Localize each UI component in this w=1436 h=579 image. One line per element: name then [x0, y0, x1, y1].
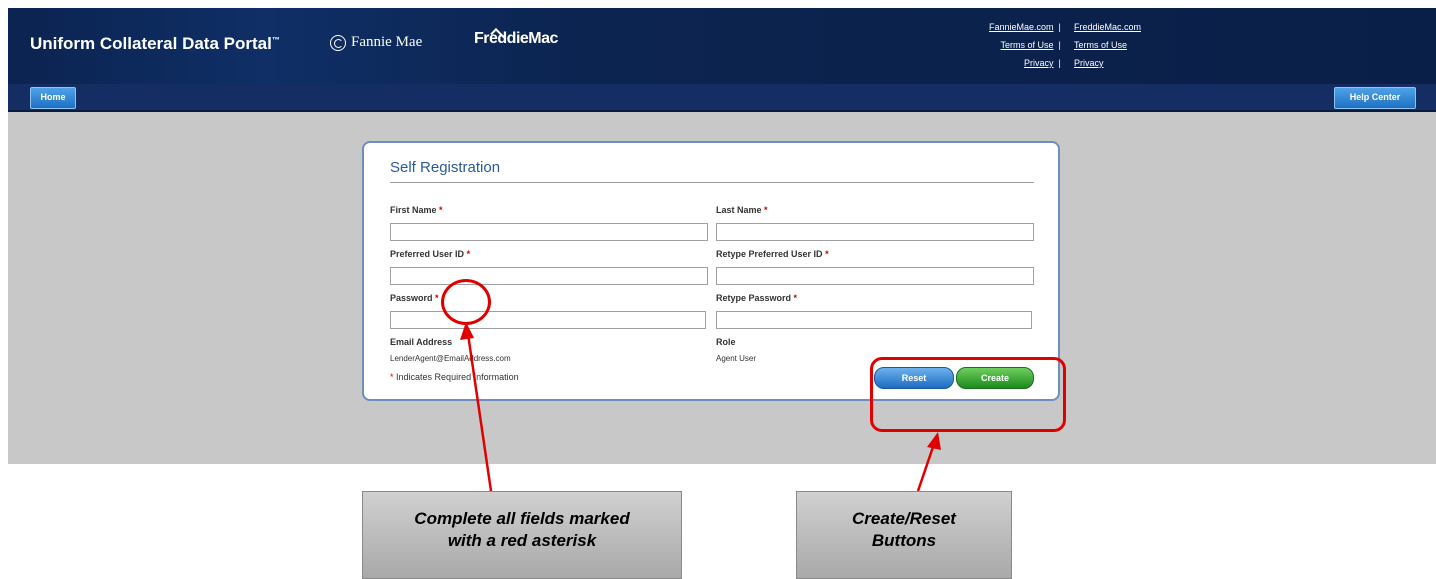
retype-user-id-label: Retype Preferred User ID *	[716, 249, 829, 259]
asterisk-highlight-circle	[441, 279, 491, 325]
required-callout-line-1: Complete all fields marked	[414, 509, 630, 528]
fannie-mae-logo-text: Fannie Mae	[351, 34, 423, 50]
password-label-text: Password	[390, 293, 433, 303]
user-id-label-text: Preferred User ID	[390, 249, 465, 259]
retype-password-label: Retype Password *	[716, 293, 797, 303]
last-name-label-text: Last Name	[716, 205, 762, 215]
last-name-field[interactable]	[716, 223, 1034, 241]
required-note-text: Indicates Required Information	[396, 372, 519, 382]
user-id-field[interactable]	[390, 267, 708, 285]
last-name-label: Last Name *	[716, 205, 768, 215]
home-button[interactable]: Home	[30, 87, 76, 109]
app-title: Uniform Collateral Data Portal™	[30, 34, 280, 54]
required-fields-callout: Complete all fields marked with a red as…	[362, 491, 682, 579]
freddiemac-site-link[interactable]: FreddieMac.com	[1074, 22, 1141, 32]
required-asterisk: *	[435, 293, 439, 303]
email-value: LenderAgent@EmailAddress.com	[390, 354, 511, 363]
retype-password-label-text: Retype Password	[716, 293, 792, 303]
required-callout-line-2: with a red asterisk	[447, 531, 597, 550]
role-value: Agent User	[716, 354, 757, 363]
fannie-mae-logo-icon	[330, 34, 346, 51]
header-links-fannie: FannieMae.com | Terms of Use | Privacy |	[989, 18, 1066, 72]
link-separator: |	[1058, 22, 1061, 32]
buttons-highlight-box	[870, 357, 1066, 432]
fanniemae-site-link[interactable]: FannieMae.com	[989, 22, 1054, 32]
retype-user-id-label-text: Retype Preferred User ID	[716, 249, 823, 259]
required-asterisk: *	[793, 293, 798, 303]
password-label: Password *	[390, 293, 439, 303]
role-label: Role	[716, 337, 736, 347]
link-separator: |	[1058, 58, 1061, 68]
buttons-callout: Create/Reset Buttons	[796, 491, 1012, 579]
required-asterisk: *	[390, 372, 394, 382]
buttons-callout-line-2: Buttons	[871, 531, 937, 550]
help-center-button[interactable]: Help Center	[1334, 87, 1416, 109]
fannie-privacy-link[interactable]: Privacy	[1024, 58, 1054, 68]
freddie-privacy-link[interactable]: Privacy	[1074, 58, 1104, 68]
required-asterisk: *	[825, 249, 829, 259]
required-asterisk: *	[466, 249, 471, 259]
panel-title: Self Registration	[390, 159, 501, 176]
app-title-text: Uniform Collateral Data Portal	[30, 34, 272, 53]
email-label: Email Address	[390, 337, 453, 347]
link-separator: |	[1058, 40, 1061, 50]
fannie-mae-logo: Fannie Mae	[330, 34, 422, 51]
site-header: Uniform Collateral Data Portal™ Fannie M…	[8, 8, 1436, 84]
required-asterisk: *	[764, 205, 768, 215]
password-field[interactable]	[390, 311, 706, 329]
retype-password-field[interactable]	[716, 311, 1032, 329]
first-name-label-text: First Name	[390, 205, 437, 215]
first-name-label: First Name *	[390, 205, 443, 215]
trademark-mark: ™	[271, 35, 280, 45]
required-asterisk: *	[439, 205, 443, 215]
freddie-mac-logo: FreddieMac	[474, 28, 558, 48]
freddie-terms-link[interactable]: Terms of Use	[1074, 40, 1127, 50]
required-note: * Indicates Required Information	[390, 372, 519, 382]
user-id-label: Preferred User ID *	[390, 249, 470, 259]
freddie-mac-logo-text: FreddieMac	[474, 30, 558, 47]
nav-bar: Home Help Center	[8, 84, 1436, 112]
retype-user-id-field[interactable]	[716, 267, 1034, 285]
title-divider	[390, 182, 1034, 183]
buttons-callout-line-1: Create/Reset	[852, 509, 956, 528]
header-links-freddie: FreddieMac.com Terms of Use Privacy	[1074, 18, 1141, 72]
fannie-terms-link[interactable]: Terms of Use	[1001, 40, 1054, 50]
first-name-field[interactable]	[390, 223, 708, 241]
